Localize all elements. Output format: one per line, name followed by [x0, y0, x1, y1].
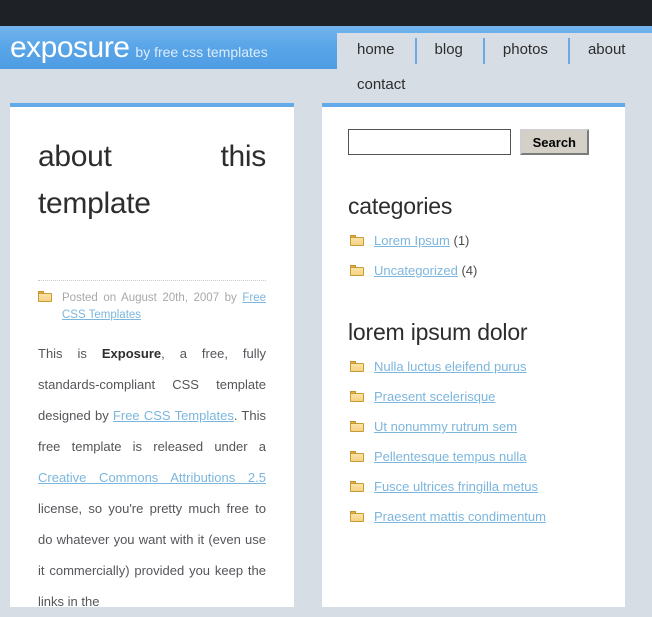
- paragraph-text-d: license, so you're pretty much free to d…: [38, 501, 266, 609]
- site-logo[interactable]: exposure by free css templates: [0, 26, 337, 69]
- post-meta: Posted on August 20th, 2007 by Free CSS …: [38, 280, 266, 324]
- post-meta-text: Posted on August 20th, 2007 by: [62, 292, 243, 304]
- list-item[interactable]: Praesent scelerisque: [348, 387, 599, 407]
- nav-link-contact[interactable]: contact: [337, 68, 425, 103]
- nav-separator: [567, 38, 570, 64]
- folder-icon: [350, 361, 364, 372]
- nav-link-home[interactable]: home: [337, 33, 415, 68]
- free-css-templates-link[interactable]: Free CSS Templates: [113, 408, 234, 423]
- nav-link-about[interactable]: about: [568, 33, 646, 68]
- list-item[interactable]: Nulla luctus eleifend purus: [348, 357, 599, 377]
- list-item[interactable]: Ut nonummy rutrum sem: [348, 417, 599, 437]
- folder-icon: [350, 451, 364, 462]
- nav-item-contact[interactable]: contact: [337, 68, 425, 103]
- creative-commons-link[interactable]: Creative Commons Attributions 2.5: [38, 470, 266, 485]
- nav-separator: [414, 38, 417, 64]
- folder-icon: [350, 265, 364, 276]
- sidebar-column: Search categories Lorem Ipsum (1) Uncate…: [322, 103, 625, 607]
- list-item[interactable]: Lorem Ipsum (1): [348, 231, 599, 251]
- categories-heading: categories: [348, 193, 453, 219]
- lorem-link-4[interactable]: Pellentesque tempus nulla: [374, 449, 527, 464]
- folder-icon: [350, 235, 364, 246]
- search-input[interactable]: [348, 129, 511, 155]
- nav-item-home[interactable]: home: [337, 33, 415, 68]
- lorem-link-2[interactable]: Praesent scelerisque: [374, 389, 495, 404]
- post-paragraph: This is Exposure, a free, fully standard…: [38, 338, 266, 617]
- list-item[interactable]: Praesent mattis condimentum: [348, 507, 599, 527]
- list-item[interactable]: Uncategorized (4): [348, 261, 599, 281]
- lorem-link-3[interactable]: Ut nonummy rutrum sem: [374, 419, 517, 434]
- folder-icon: [350, 421, 364, 432]
- categories-list: Lorem Ipsum (1) Uncategorized (4): [348, 231, 599, 281]
- category-count: (1): [453, 233, 470, 248]
- lorem-link-6[interactable]: Praesent mattis condimentum: [374, 509, 546, 524]
- logo-primary-text: exposure: [10, 31, 130, 64]
- nav-item-blog[interactable]: blog: [414, 33, 483, 68]
- lorem-list: Nulla luctus eleifend purus Praesent sce…: [348, 357, 599, 527]
- folder-icon: [350, 511, 364, 522]
- nav-link-photos[interactable]: photos: [483, 33, 568, 68]
- post-body: This is Exposure, a free, fully standard…: [38, 338, 266, 617]
- category-link-uncategorized[interactable]: Uncategorized: [374, 263, 458, 278]
- folder-icon: [350, 391, 364, 402]
- nav-separator: [482, 38, 485, 64]
- lorem-heading: lorem ipsum dolor: [348, 319, 528, 345]
- main-content-column: about this template Posted on August 20t…: [10, 103, 294, 609]
- nav-link-blog[interactable]: blog: [415, 33, 483, 68]
- folder-icon: [38, 291, 52, 302]
- category-link-lorem-ipsum[interactable]: Lorem Ipsum: [374, 233, 450, 248]
- nav-item-photos[interactable]: photos: [482, 33, 568, 68]
- list-item[interactable]: Fusce ultrices fringilla metus: [348, 477, 599, 497]
- lorem-link-1[interactable]: Nulla luctus eleifend purus: [374, 359, 526, 374]
- nav-item-about[interactable]: about: [567, 33, 646, 68]
- folder-icon: [350, 481, 364, 492]
- lorem-link-5[interactable]: Fusce ultrices fringilla metus: [374, 479, 538, 494]
- main-navigation: home blog photos about contact: [337, 33, 652, 109]
- category-count: (4): [461, 263, 478, 278]
- search-button[interactable]: Search: [519, 129, 589, 155]
- top-dark-bar: [0, 0, 652, 26]
- list-item[interactable]: Pellentesque tempus nulla: [348, 447, 599, 467]
- paragraph-emphasis: Exposure: [101, 346, 162, 361]
- logo-secondary-text: by free css templates: [135, 44, 268, 60]
- paragraph-text-a: This is: [38, 346, 102, 361]
- search-form: Search: [348, 129, 599, 155]
- post-title: about this template: [38, 140, 266, 220]
